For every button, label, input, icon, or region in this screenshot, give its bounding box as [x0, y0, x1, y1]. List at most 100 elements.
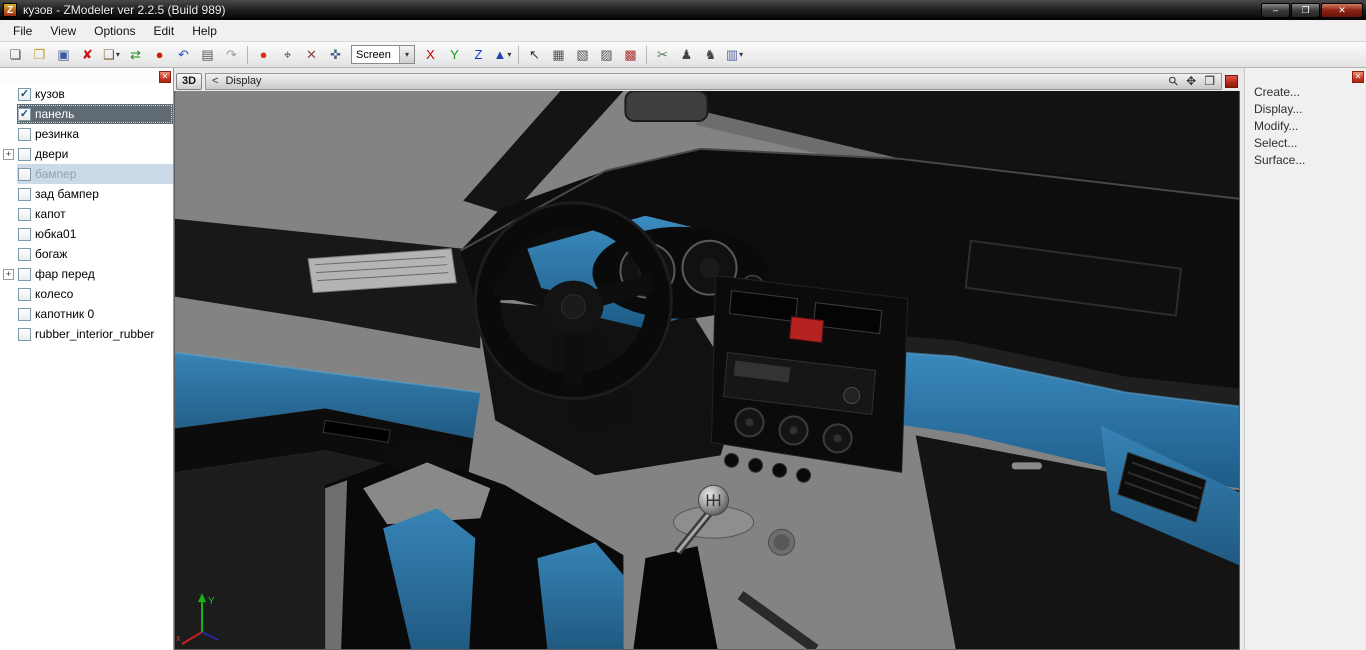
vertices-mode-button[interactable]: ▦ [547, 44, 570, 66]
objects-cube-icon: ▩ [624, 47, 637, 62]
select-mode-button[interactable]: ↖ [523, 44, 546, 66]
gizmo-mode-button[interactable]: ▲ [491, 44, 514, 66]
normals-button[interactable]: ✜ [324, 44, 347, 66]
scene-object-row[interactable]: резинка [0, 124, 173, 144]
scene-object-label: богаж [35, 247, 68, 261]
scene-object-row[interactable]: капот [0, 204, 173, 224]
axis-y-icon: Y [450, 47, 459, 62]
menu-item[interactable]: Edit [145, 21, 184, 41]
edges-mode-button[interactable]: ▧ [571, 44, 594, 66]
pan-icon[interactable]: ✥ [1186, 75, 1196, 87]
visibility-checkbox[interactable] [18, 167, 31, 181]
layers-grid-icon: ▥ [725, 47, 739, 62]
scene-object-label: резинка [35, 127, 80, 141]
new-file-button[interactable]: ❏ [4, 44, 27, 66]
scene-object-label: кузов [35, 87, 65, 101]
scene-object-row[interactable]: панель [0, 104, 173, 124]
visibility-checkbox[interactable] [18, 307, 31, 321]
viewport-title-bar[interactable]: < Display ⚲ ✥ ❒ [205, 72, 1222, 90]
vertex-snap-button[interactable]: ⌖ [276, 44, 299, 66]
visibility-checkbox[interactable] [18, 147, 31, 161]
visibility-checkbox[interactable] [18, 127, 31, 141]
vertex-weld-button[interactable]: ✕ [300, 44, 323, 66]
visibility-checkbox[interactable] [18, 227, 31, 241]
window-title: кузов - ZModeler ver 2.2.5 (Build 989) [23, 3, 226, 17]
viewport-maximize-red-button[interactable] [1225, 74, 1238, 88]
visibility-checkbox[interactable] [18, 187, 31, 201]
menu-item[interactable]: Options [85, 21, 144, 41]
axis-y-label: Y [208, 596, 215, 607]
redo-button[interactable]: ↷ [220, 44, 243, 66]
fit-view-icon[interactable]: ❒ [1204, 75, 1215, 87]
save-button[interactable]: ▣ [52, 44, 75, 66]
visibility-checkbox[interactable] [18, 87, 31, 101]
axis-z-button[interactable]: Z [467, 44, 490, 66]
open-file-button[interactable]: ❒ [28, 44, 51, 66]
scene-object-row[interactable]: юбка01 [0, 224, 173, 244]
command-item[interactable]: Select... [1245, 135, 1366, 152]
undo-button[interactable]: ↶ [172, 44, 195, 66]
scene-object-label: зад бампер [35, 187, 99, 201]
scene-object-row[interactable]: капотник 0 [0, 304, 173, 324]
axis-x-label: x [176, 633, 181, 643]
viewport-header: 3D < Display ⚲ ✥ ❒ [174, 71, 1240, 91]
render-button[interactable]: ● [252, 44, 275, 66]
objects-mode-button[interactable]: ▩ [619, 44, 642, 66]
expand-toggle-icon[interactable] [3, 148, 14, 160]
scene-object-row[interactable]: богаж [0, 244, 173, 264]
vertex-weld-icon: ✕ [306, 47, 317, 62]
scene-object-row[interactable]: кузов [0, 84, 173, 104]
scene-object-label: капотник 0 [35, 307, 95, 321]
menu-item[interactable]: Help [183, 21, 226, 41]
command-item[interactable]: Surface... [1245, 152, 1366, 169]
maximize-button[interactable]: ❐ [1291, 2, 1320, 18]
import-export-button[interactable]: ⇄ [124, 44, 147, 66]
toolbar-separator [515, 44, 522, 66]
command-panel-close-button[interactable]: ✕ [1352, 71, 1364, 83]
visibility-checkbox[interactable] [18, 107, 31, 121]
visibility-checkbox[interactable] [18, 327, 31, 341]
delete-button[interactable]: ✘ [76, 44, 99, 66]
vertices-cube-icon: ▦ [552, 47, 565, 62]
command-item[interactable]: Display... [1245, 101, 1366, 118]
menu-item[interactable]: View [41, 21, 85, 41]
visibility-checkbox[interactable] [18, 267, 31, 281]
scene-object-row[interactable]: зад бампер [0, 184, 173, 204]
command-item[interactable]: Create... [1245, 84, 1366, 101]
command-panel-header: ✕ [1245, 68, 1366, 84]
faces-mode-button[interactable]: ▨ [595, 44, 618, 66]
scene-object-row[interactable]: колесо [0, 284, 173, 304]
close-button[interactable]: ✕ [1321, 2, 1363, 18]
axis-x-button[interactable]: X [419, 44, 442, 66]
notes-button[interactable]: ▤ [196, 44, 219, 66]
redo-icon: ↷ [226, 47, 237, 62]
detach-button[interactable]: ✂ [651, 44, 674, 66]
visibility-checkbox[interactable] [18, 247, 31, 261]
paste-special-button[interactable]: ❑ [100, 44, 123, 66]
record-dot-icon: ● [155, 47, 164, 62]
screen-mode-dropdown[interactable]: Screen ▾ [351, 45, 415, 64]
scene-object-row[interactable]: двери [0, 144, 173, 164]
minimize-button[interactable]: – [1261, 2, 1290, 18]
menu-item[interactable]: File [4, 21, 41, 41]
expand-toggle-icon[interactable] [3, 268, 14, 280]
back-arrow-icon[interactable]: < [212, 75, 218, 87]
scene-object-row[interactable]: rubber_interior_rubber [0, 324, 173, 344]
chevron-down-icon: ▾ [399, 46, 414, 63]
scene-panel-close-button[interactable]: ✕ [159, 71, 171, 83]
scene-panel-header: ✕ [0, 68, 173, 84]
scene-object-row[interactable]: бампер [0, 164, 173, 184]
command-item[interactable]: Modify... [1245, 118, 1366, 135]
viewport-canvas[interactable]: Y x [174, 91, 1240, 650]
skeleton-button[interactable]: ♟ [675, 44, 698, 66]
visibility-checkbox[interactable] [18, 287, 31, 301]
axis-y-button[interactable]: Y [443, 44, 466, 66]
scene-object-row[interactable]: фар перед [0, 264, 173, 284]
layers-button[interactable]: ▥ [723, 44, 746, 66]
record-button[interactable]: ● [148, 44, 171, 66]
animation-button[interactable]: ♞ [699, 44, 722, 66]
view-mode-button[interactable]: 3D [176, 72, 202, 90]
visibility-checkbox[interactable] [18, 207, 31, 221]
zoom-icon[interactable]: ⚲ [1166, 73, 1182, 89]
axis-x-icon: X [426, 47, 435, 62]
